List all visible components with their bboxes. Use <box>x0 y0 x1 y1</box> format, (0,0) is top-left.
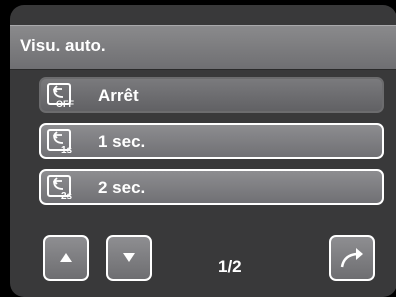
option-1-sec[interactable]: 1s 1 sec. <box>39 123 384 159</box>
page-up-button[interactable] <box>43 235 89 281</box>
option-2-sec[interactable]: 2s 2 sec. <box>39 169 384 205</box>
page-down-button[interactable] <box>106 235 152 281</box>
return-button[interactable] <box>329 235 375 281</box>
svg-text:OFF: OFF <box>56 99 74 108</box>
review-2s-icon: 2s <box>47 175 73 200</box>
svg-text:1s: 1s <box>61 145 73 154</box>
review-off-icon: OFF <box>47 83 74 108</box>
arrow-up-icon <box>60 253 72 262</box>
option-label: Arrêt <box>98 86 139 105</box>
return-arrow-icon <box>340 248 363 268</box>
svg-text:2s: 2s <box>61 191 73 200</box>
arrow-down-icon <box>123 253 135 262</box>
option-label: 2 sec. <box>98 178 146 197</box>
option-label: 1 sec. <box>98 132 146 151</box>
option-arret[interactable]: OFF Arrêt <box>39 77 384 113</box>
page-indicator: 1/2 <box>218 257 242 276</box>
review-1s-icon: 1s <box>47 129 73 154</box>
title-bar: Visu. auto. <box>10 25 396 70</box>
camera-menu-screen: Visu. auto. OFF Arrêt 1s 1 sec. 2s 2 sec… <box>10 5 396 297</box>
menu-title: Visu. auto. <box>20 36 106 55</box>
